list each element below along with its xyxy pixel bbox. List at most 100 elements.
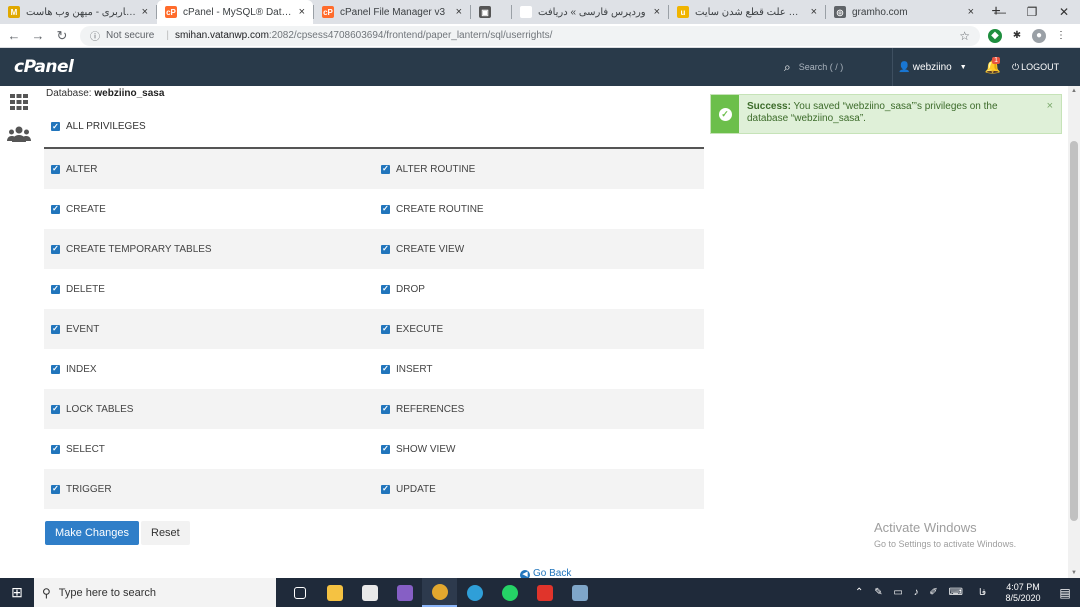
clock[interactable]: 4:07 PM 8/5/2020	[996, 582, 1050, 604]
browser-tab[interactable]: cP cPanel File Manager v3 ×	[314, 0, 470, 24]
menu-icon[interactable]: ⋮	[1054, 29, 1068, 43]
alert-close-icon[interactable]: ×	[1039, 95, 1061, 133]
visual-studio-icon[interactable]	[387, 578, 422, 607]
checkbox-checked-icon[interactable]: ✓	[51, 284, 60, 294]
profile-avatar[interactable]: ●	[1032, 28, 1046, 43]
scroll-up-icon[interactable]: ▲	[1068, 88, 1080, 94]
store-icon[interactable]	[352, 578, 387, 607]
privilege-checkbox[interactable]: ✓ DELETE	[44, 269, 374, 309]
checkbox-checked-icon[interactable]: ✓	[51, 244, 60, 254]
edge-icon[interactable]	[457, 578, 492, 607]
chrome-icon[interactable]	[422, 578, 457, 607]
browser-tab[interactable]: u بررسی علت قطع شدن سایت ×	[669, 0, 825, 24]
privilege-checkbox[interactable]: ✓ SELECT	[44, 429, 374, 469]
privilege-checkbox[interactable]: ✓ CREATE VIEW	[374, 229, 704, 269]
privilege-checkbox[interactable]: ✓ UPDATE	[374, 469, 704, 509]
checkbox-checked-icon[interactable]: ✓	[51, 324, 60, 334]
checkbox-checked-icon[interactable]: ✓	[381, 164, 390, 174]
grid-icon[interactable]	[0, 86, 38, 118]
page-scrollbar[interactable]: ▲ ▼	[1068, 86, 1080, 578]
scrollbar-thumb[interactable]	[1070, 141, 1078, 521]
privilege-checkbox[interactable]: ✓ CREATE ROUTINE	[374, 189, 704, 229]
file-explorer-icon[interactable]	[317, 578, 352, 607]
search-input[interactable]: Search ( / )	[799, 62, 844, 72]
user-menu[interactable]: 👤 webziino ▼	[892, 48, 972, 86]
privilege-checkbox[interactable]: ✓ EVENT	[44, 309, 374, 349]
forward-icon[interactable]: →	[28, 28, 48, 43]
all-privileges-checkbox[interactable]: ✓ ALL PRIVILEGES	[51, 121, 146, 132]
browser-tab[interactable]: ▣×	[471, 0, 511, 24]
bookmark-star-icon[interactable]: ☆	[959, 29, 970, 43]
action-center-icon[interactable]: ▤	[1050, 586, 1080, 600]
username: webziino	[912, 61, 952, 73]
checkbox-checked-icon[interactable]: ✓	[381, 404, 390, 414]
logout-button[interactable]: ⏻ LOGOUT	[1012, 48, 1059, 86]
tab-close-icon[interactable]: ×	[299, 6, 305, 18]
checkbox-checked-icon[interactable]: ✓	[381, 284, 390, 294]
checkbox-checked-icon[interactable]: ✓	[381, 244, 390, 254]
back-icon[interactable]: ←	[4, 28, 24, 43]
extension-icon[interactable]: ◆	[988, 28, 1002, 43]
tab-close-icon[interactable]: ×	[654, 6, 660, 18]
acrobat-icon[interactable]	[527, 578, 562, 607]
checkbox-checked-icon[interactable]: ✓	[381, 444, 390, 454]
checkbox-checked-icon[interactable]: ✓	[381, 324, 390, 334]
privilege-checkbox[interactable]: ✓ TRIGGER	[44, 469, 374, 509]
make-changes-button[interactable]: Make Changes	[45, 521, 139, 545]
privilege-checkbox[interactable]: ✓ LOCK TABLES	[44, 389, 374, 429]
puzzle-icon[interactable]: ✱	[1010, 29, 1024, 43]
privilege-checkbox[interactable]: ✓ ALTER	[44, 149, 374, 189]
privilege-checkbox[interactable]: ✓ EXECUTE	[374, 309, 704, 349]
privilege-checkbox[interactable]: ✓ INDEX	[44, 349, 374, 389]
windows-start-icon[interactable]: ⊞	[0, 578, 34, 607]
tab-close-icon[interactable]: ×	[456, 6, 462, 18]
checkbox-checked-icon[interactable]: ✓	[381, 484, 390, 494]
checkbox-checked-icon[interactable]: ✓	[51, 364, 60, 374]
privilege-checkbox[interactable]: ✓ REFERENCES	[374, 389, 704, 429]
tab-close-icon[interactable]: ×	[811, 6, 817, 18]
checkbox-checked-icon[interactable]: ✓	[51, 484, 60, 494]
notifications-button[interactable]: 🔔 1	[978, 48, 1008, 86]
checkbox-checked-icon[interactable]: ✓	[51, 444, 60, 454]
checkbox-checked-icon[interactable]: ✓	[51, 122, 60, 131]
checkbox-checked-icon[interactable]: ✓	[381, 364, 390, 374]
info-icon[interactable]: ⓘ	[90, 28, 100, 43]
tray-icons[interactable]: ⌃ ✎ ▭ ♪ ✐ ⌨	[855, 587, 967, 598]
browser-tab[interactable]: cP cPanel - MySQL® Databases ×	[157, 0, 313, 24]
restore-icon[interactable]: ❐	[1016, 0, 1048, 24]
privilege-checkbox[interactable]: ✓ SHOW VIEW	[374, 429, 704, 469]
privilege-label: CREATE TEMPORARY TABLES	[66, 243, 212, 255]
privilege-checkbox[interactable]: ✓ ALTER ROUTINE	[374, 149, 704, 189]
language-indicator[interactable]: فا	[979, 587, 986, 598]
taskbar-search-input[interactable]: Type here to search	[59, 587, 156, 599]
privilege-label: ALTER	[66, 163, 98, 175]
privilege-checkbox[interactable]: ✓ CREATE TEMPORARY TABLES	[44, 229, 374, 269]
users-icon[interactable]	[0, 118, 38, 150]
tab-close-icon[interactable]: ×	[968, 6, 974, 18]
taskbar-search[interactable]: ⚲ Type here to search	[34, 578, 276, 607]
browser-tab[interactable]: M ناحیه کاربری - میهن وب هاست ×	[0, 0, 156, 24]
go-back-link[interactable]: ◀ Go Back	[520, 568, 571, 578]
url-input[interactable]: ⓘ Not secure | smihan.vatanwp.com :2082/…	[80, 25, 980, 46]
logout-label: LOGOUT	[1021, 62, 1060, 72]
reload-icon[interactable]: ↻	[52, 28, 72, 44]
tab-close-icon[interactable]: ×	[142, 6, 148, 18]
privilege-checkbox[interactable]: ✓ CREATE	[44, 189, 374, 229]
reset-button[interactable]: Reset	[141, 521, 190, 545]
privilege-checkbox[interactable]: ✓ DROP	[374, 269, 704, 309]
cpanel-logo[interactable]: cPanel	[14, 57, 74, 77]
whatsapp-icon[interactable]	[492, 578, 527, 607]
scroll-down-icon[interactable]: ▼	[1068, 570, 1080, 576]
checkbox-checked-icon[interactable]: ✓	[381, 204, 390, 214]
window-app-icon[interactable]	[562, 578, 597, 607]
minimize-icon[interactable]: —	[984, 0, 1016, 24]
checkbox-checked-icon[interactable]: ✓	[51, 404, 60, 414]
checkbox-checked-icon[interactable]: ✓	[51, 164, 60, 174]
checkbox-checked-icon[interactable]: ✓	[51, 204, 60, 214]
browser-tab[interactable]: وردپرس فارسی » دریافت ×	[512, 0, 668, 24]
privilege-checkbox[interactable]: ✓ INSERT	[374, 349, 704, 389]
browser-tab[interactable]: ◎ gramho.com ×	[826, 0, 982, 24]
close-window-icon[interactable]: ✕	[1048, 0, 1080, 24]
task-view-icon[interactable]	[282, 578, 317, 607]
cpanel-search[interactable]: ⌕ Search ( / )	[784, 48, 843, 86]
